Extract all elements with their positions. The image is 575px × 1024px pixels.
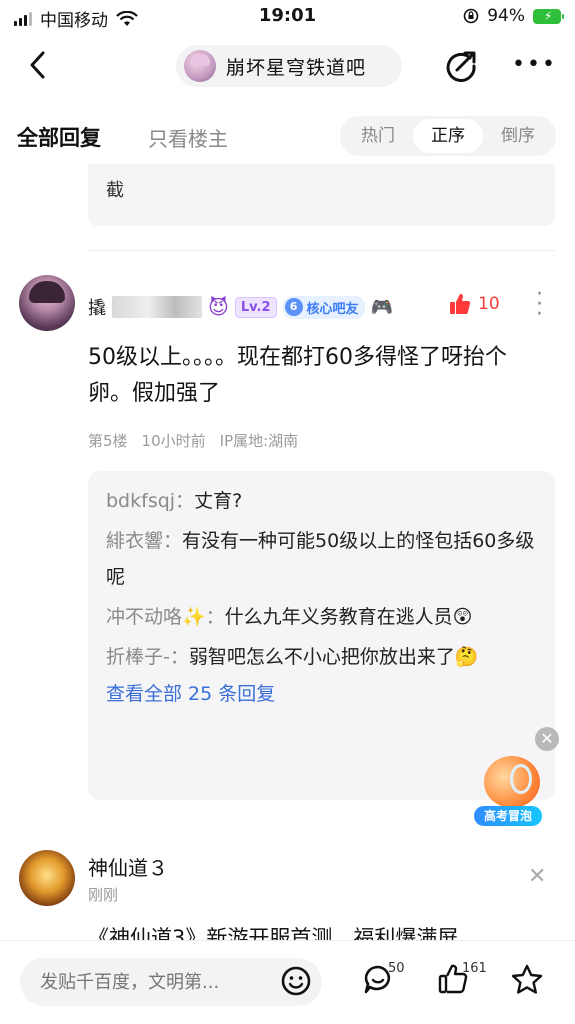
divider xyxy=(88,250,555,251)
tab-all-replies[interactable]: 全部回复 xyxy=(17,122,101,152)
subreply-user[interactable]: 緋衣響： xyxy=(106,530,182,552)
ad-avatar[interactable] xyxy=(19,850,75,906)
previous-subreply-text: 截 xyxy=(106,180,124,201)
megaphone-float[interactable]: 高考冒泡 xyxy=(474,754,544,828)
forum-avatar xyxy=(184,50,216,82)
ip-location: IP属地:湖南 xyxy=(219,432,299,450)
ad-close-icon[interactable]: ✕ xyxy=(528,864,546,889)
like-button[interactable]: 10 xyxy=(448,292,500,316)
subreply-text: 弱智吧怎么不小心把你放出来了🤔 xyxy=(188,646,479,668)
sort-hot[interactable]: 热门 xyxy=(343,119,413,153)
more-options-icon[interactable]: ••• xyxy=(512,52,557,77)
subreply-text: 丈育? xyxy=(194,490,243,512)
subreply-item[interactable]: 折棒子-：弱智吧怎么不小心把你放出来了🤔 xyxy=(106,639,537,675)
view-all-replies-link[interactable]: 查看全部 25 条回复 xyxy=(106,679,537,706)
forum-name: 崩坏星穹铁道吧 xyxy=(226,56,367,79)
nav-bar: 崩坏星穹铁道吧 ••• xyxy=(0,34,575,98)
megaphone-label: 高考冒泡 xyxy=(474,806,542,826)
subreply-user[interactable]: 冲不动咯✨： xyxy=(106,606,225,628)
star-icon[interactable] xyxy=(510,963,544,997)
sort-descending[interactable]: 倒序 xyxy=(483,119,553,153)
reply-tabs: 全部回复 只看楼主 热门 正序 倒序 xyxy=(0,108,575,164)
previous-subreply-box: 截 xyxy=(88,164,555,226)
sort-toggle: 热门 正序 倒序 xyxy=(340,116,556,156)
post-meta: 第5楼 10小时前 IP属地:湖南 xyxy=(88,430,298,451)
core-member-badge: 6 核心吧友 xyxy=(282,295,365,319)
emoji-icon[interactable] xyxy=(280,965,312,997)
avatar[interactable] xyxy=(19,275,75,331)
badge-number: 6 xyxy=(284,298,303,316)
reply-input-wrap xyxy=(20,958,322,1006)
post-header: 撬 😈 Lv.2 6 核心吧友 🎮 xyxy=(88,290,393,324)
thumb-up-icon xyxy=(450,293,471,315)
reply-input[interactable] xyxy=(20,958,280,1006)
forum-pill[interactable]: 崩坏星穹铁道吧 xyxy=(176,45,402,87)
back-arrow-icon[interactable] xyxy=(28,50,46,80)
ad-time: 刚刚 xyxy=(88,886,119,904)
like-count: 10 xyxy=(478,294,500,314)
gamepad-icon: 🎮 xyxy=(370,296,393,318)
username-blurred xyxy=(112,296,202,318)
like-total-count: 161 xyxy=(462,961,487,976)
battery-percent: 94% xyxy=(487,6,525,26)
tab-op-only[interactable]: 只看楼主 xyxy=(148,123,228,152)
battery-icon: ⚡ xyxy=(533,8,564,24)
level-badge: Lv.2 xyxy=(234,296,277,318)
comment-count: 50 xyxy=(388,961,405,976)
badge-label: 核心吧友 xyxy=(306,301,359,317)
ad-title[interactable]: 神仙道３ xyxy=(88,852,168,881)
subreply-item[interactable]: 緋衣響：有没有一种可能50级以上的怪包括60多级呢 xyxy=(106,523,537,595)
share-icon[interactable] xyxy=(443,48,479,84)
subreply-user[interactable]: 折棒子-： xyxy=(106,646,189,668)
bottom-bar: 50 161 xyxy=(0,940,575,1024)
subreply-item[interactable]: 冲不动咯✨：什么九年义务教育在逃人员😲 xyxy=(106,599,537,635)
post-menu-icon[interactable]: · · · xyxy=(536,284,543,326)
post-time: 10小时前 xyxy=(141,432,206,450)
orientation-lock-icon xyxy=(463,8,479,24)
close-float-button[interactable]: ✕ xyxy=(535,727,559,751)
sort-ascending[interactable]: 正序 xyxy=(413,119,483,153)
subreply-item[interactable]: bdkfsqj：丈育? xyxy=(106,483,537,519)
post-body: 50级以上。。。。现在都打60多得怪了呀抬个卵。假加强了 xyxy=(88,345,507,406)
username[interactable]: 撬 xyxy=(88,294,106,320)
subreply-text: 什么九年义务教育在逃人员😲 xyxy=(224,606,473,628)
devil-emoji-icon: 😈 xyxy=(208,295,229,319)
status-bar: 中国移动 19:01 94% ⚡ xyxy=(0,0,575,32)
subreply-box[interactable]: bdkfsqj：丈育? 緋衣響：有没有一种可能50级以上的怪包括60多级呢 冲不… xyxy=(88,471,555,800)
subreply-user[interactable]: bdkfsqj： xyxy=(106,490,194,512)
floor-number: 第5楼 xyxy=(88,432,128,450)
